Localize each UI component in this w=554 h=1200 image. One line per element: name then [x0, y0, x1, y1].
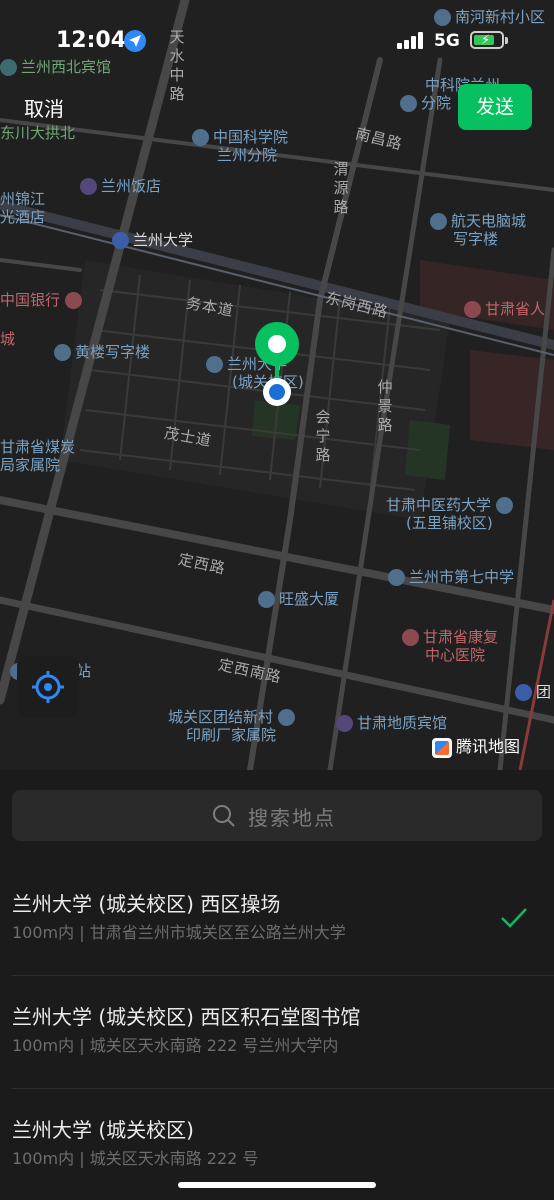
- poi-meitan[interactable]: 甘肃省煤炭: [0, 438, 75, 456]
- poi-zky[interactable]: 中国科学院: [192, 128, 288, 146]
- cancel-button[interactable]: 取消: [24, 93, 64, 122]
- poi-kangfu-sub: 中心医院: [425, 646, 486, 664]
- poi-meitan-sub: 局家属院: [0, 456, 61, 474]
- search-bar[interactable]: 搜索地点: [12, 790, 542, 841]
- result-item[interactable]: 兰州大学 (城关校区) 西区积石堂图书馆 100m内 | 城关区天水南路 222…: [12, 1003, 542, 1057]
- locate-me-button[interactable]: [17, 656, 79, 718]
- result-item[interactable]: 兰州大学 (城关校区) 100m内 | 城关区天水南路 222 号: [12, 1116, 542, 1170]
- result-name: 兰州大学 (城关校区) 西区积石堂图书馆: [12, 1005, 361, 1029]
- result-address: 100m内 | 城关区天水南路 222 号: [12, 1149, 259, 1168]
- divider: [12, 1088, 554, 1089]
- poi-hangtian-sub: 写字楼: [453, 230, 499, 248]
- poi-jinjiang-sub: 光酒店: [0, 208, 46, 226]
- poi-fenyuan[interactable]: 分院: [400, 94, 451, 112]
- divider: [12, 975, 554, 976]
- tencent-map-logo-icon: [432, 737, 452, 758]
- result-address: 100m内 | 甘肃省兰州市城关区至公路兰州大学: [12, 923, 346, 942]
- poi-gansu-prov[interactable]: 甘肃省人: [464, 300, 545, 318]
- poi-jinjiang[interactable]: 州锦江: [0, 190, 45, 208]
- send-button[interactable]: 发送: [458, 84, 532, 130]
- poi-fandian[interactable]: 兰州饭店: [80, 177, 161, 195]
- status-bar: 12:04 5G ⚡: [0, 0, 554, 80]
- search-placeholder: 搜索地点: [248, 806, 336, 830]
- poi-cheng-edge: 城: [0, 330, 16, 348]
- home-indicator[interactable]: [178, 1182, 376, 1188]
- battery-tip: [505, 37, 508, 44]
- poi-zhongyi-sub: (五里铺校区): [406, 514, 493, 532]
- poi-zky-sub: 兰州分院: [217, 146, 278, 164]
- signal-icon: [397, 32, 423, 49]
- poi-zhongyi[interactable]: 甘肃中医药大学: [386, 496, 517, 514]
- poi-dongchuan[interactable]: 东川大拱北: [0, 124, 75, 142]
- map-brand: 腾讯地图: [432, 733, 520, 758]
- search-icon: [213, 805, 235, 827]
- bank-icon: [64, 292, 82, 309]
- poi-middle7[interactable]: 兰州市第七中学: [388, 568, 514, 586]
- road-huining: 会宁路: [315, 408, 331, 464]
- poi-bank[interactable]: 中国银行: [0, 291, 86, 309]
- result-name: 兰州大学 (城关校区) 西区操场: [12, 892, 281, 916]
- road-zhongjing: 仲景路: [377, 378, 393, 434]
- poi-hangtian[interactable]: 航天电脑城: [430, 212, 526, 230]
- results-sheet: 搜索地点 兰州大学 (城关校区) 西区操场 100m内 | 甘肃省兰州市城关区至…: [0, 770, 554, 1200]
- poi-tuan-edge: 团: [515, 683, 551, 701]
- result-name: 兰州大学 (城关校区): [12, 1118, 194, 1142]
- result-item[interactable]: 兰州大学 (城关校区) 西区操场 100m内 | 甘肃省兰州市城关区至公路兰州大…: [12, 890, 542, 944]
- checkmark-icon: [501, 908, 527, 928]
- status-time: 12:04: [56, 28, 127, 53]
- poi-tuanjie[interactable]: 城关区团结新村: [168, 708, 299, 726]
- road-weiyuan: 渭源路: [333, 160, 349, 216]
- poi-kangfu[interactable]: 甘肃省康复: [402, 628, 498, 646]
- battery-icon: ⚡: [470, 31, 504, 49]
- poi-wangsheng[interactable]: 旺盛大厦: [258, 590, 339, 608]
- poi-lzu-station[interactable]: 兰州大学: [112, 231, 193, 249]
- poi-huanglou[interactable]: 黄楼写字楼: [54, 343, 150, 361]
- map-pin-icon: [255, 322, 299, 406]
- network-type: 5G: [434, 31, 460, 51]
- poi-tuanjie-sub: 印刷厂家属院: [186, 726, 277, 744]
- location-pin[interactable]: [252, 322, 304, 418]
- crosshair-icon: [32, 671, 64, 703]
- location-services-icon: [124, 30, 146, 52]
- poi-dizhi[interactable]: 甘肃地质宾馆: [336, 714, 447, 732]
- result-address: 100m内 | 城关区天水南路 222 号兰州大学内: [12, 1036, 339, 1055]
